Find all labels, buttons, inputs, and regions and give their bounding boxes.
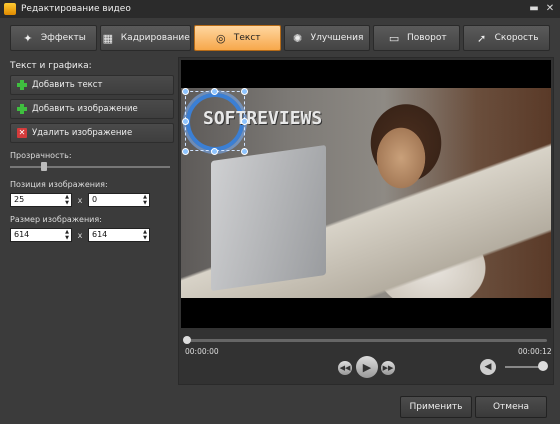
video-preview[interactable]: SOFTREVIEWS: [181, 60, 551, 328]
add-text-label: Добавить текст: [32, 80, 103, 90]
separator-x: x: [77, 230, 83, 240]
volume-slider-thumb[interactable]: [538, 361, 548, 371]
tab-enhance[interactable]: ✺ Улучшения: [283, 25, 371, 51]
add-text-button[interactable]: Добавить текст: [10, 75, 174, 95]
tab-label: Улучшения: [310, 33, 364, 43]
apply-button[interactable]: Применить: [400, 396, 472, 418]
tab-effects[interactable]: ✦ Эффекты: [10, 25, 97, 51]
position-y-input[interactable]: 0 ▲ ▼: [88, 193, 150, 207]
volume-icon[interactable]: ◀: [480, 359, 496, 375]
tab-label: Кадрирование: [120, 33, 190, 43]
plus-icon: [17, 80, 27, 90]
plus-icon: [17, 104, 27, 114]
resize-handle[interactable]: [241, 118, 248, 125]
speed-icon: ➚: [477, 31, 487, 45]
resize-handle[interactable]: [211, 88, 218, 95]
spin-arrows-icon[interactable]: ▲ ▼: [143, 194, 147, 206]
delete-image-label: Удалить изображение: [32, 128, 133, 138]
spin-arrows-icon[interactable]: ▲ ▼: [143, 229, 147, 241]
section-title: Текст и графика:: [10, 61, 92, 71]
time-start: 00:00:00: [185, 347, 219, 356]
position-x-value: 25: [14, 195, 25, 204]
tab-rotate[interactable]: ▭ Поворот: [373, 25, 461, 51]
close-icon[interactable]: ✕: [544, 3, 556, 15]
spin-arrows-icon[interactable]: ▲ ▼: [65, 194, 69, 206]
position-x-input[interactable]: 25 ▲ ▼: [10, 193, 72, 207]
time-end: 00:00:12: [518, 347, 552, 356]
text-graphics-panel: Текст и графика: Добавить текст Добавить…: [6, 57, 174, 385]
size-width-value: 614: [14, 230, 30, 239]
app-icon: [4, 3, 16, 15]
opacity-slider[interactable]: [10, 162, 170, 171]
resize-handle[interactable]: [182, 148, 189, 155]
separator-x: x: [77, 195, 83, 205]
tab-label: Эффекты: [40, 33, 86, 43]
resize-handle[interactable]: [182, 118, 189, 125]
tab-label: Скорость: [494, 33, 539, 43]
delete-image-button[interactable]: ✕ Удалить изображение: [10, 123, 174, 143]
opacity-slider-thumb[interactable]: [40, 162, 47, 171]
delete-icon: ✕: [17, 128, 27, 138]
size-height-value: 614: [92, 230, 108, 239]
tab-text[interactable]: ◎ Текст: [193, 25, 281, 51]
play-icon[interactable]: ▶: [356, 356, 378, 378]
cancel-button[interactable]: Отмена: [475, 396, 547, 418]
resize-handle[interactable]: [182, 88, 189, 95]
crop-icon: ▦: [102, 31, 113, 45]
add-image-label: Добавить изображение: [32, 104, 138, 114]
effects-icon: ✦: [23, 31, 33, 45]
tool-tabs: ✦ Эффекты ▦ Кадрирование ◎ Текст ✺ Улучш…: [10, 25, 550, 51]
rotate-icon: ▭: [388, 31, 400, 45]
opacity-label: Прозрачность:: [10, 151, 72, 160]
add-image-button[interactable]: Добавить изображение: [10, 99, 174, 119]
size-label: Размер изображения:: [10, 215, 102, 224]
title-bar: Редактирование видео ▬ ✕: [0, 0, 560, 18]
size-width-input[interactable]: 614 ▲ ▼: [10, 228, 72, 242]
window-title: Редактирование видео: [21, 4, 131, 14]
tab-crop[interactable]: ▦ Кадрирование: [99, 25, 191, 51]
spin-arrows-icon[interactable]: ▲ ▼: [65, 229, 69, 241]
resize-handle[interactable]: [241, 148, 248, 155]
timeline-slider[interactable]: [183, 336, 547, 344]
timeline-thumb[interactable]: [183, 336, 191, 344]
resize-handle[interactable]: [211, 148, 218, 155]
selection-box[interactable]: [185, 91, 245, 151]
text-icon: ◎: [216, 31, 226, 45]
tab-speed[interactable]: ➚ Скорость: [463, 25, 550, 51]
position-label: Позиция изображения:: [10, 180, 108, 189]
resize-handle[interactable]: [241, 88, 248, 95]
rewind-icon[interactable]: ◀◀: [338, 361, 352, 375]
enhance-icon: ✺: [292, 31, 303, 45]
forward-icon[interactable]: ▶▶: [381, 361, 395, 375]
tab-label: Текст: [233, 33, 261, 43]
minimize-icon[interactable]: ▬: [528, 3, 540, 15]
position-y-value: 0: [92, 195, 98, 204]
laptop-shape: [211, 144, 326, 292]
tab-label: Поворот: [407, 33, 447, 43]
size-height-input[interactable]: 614 ▲ ▼: [88, 228, 150, 242]
